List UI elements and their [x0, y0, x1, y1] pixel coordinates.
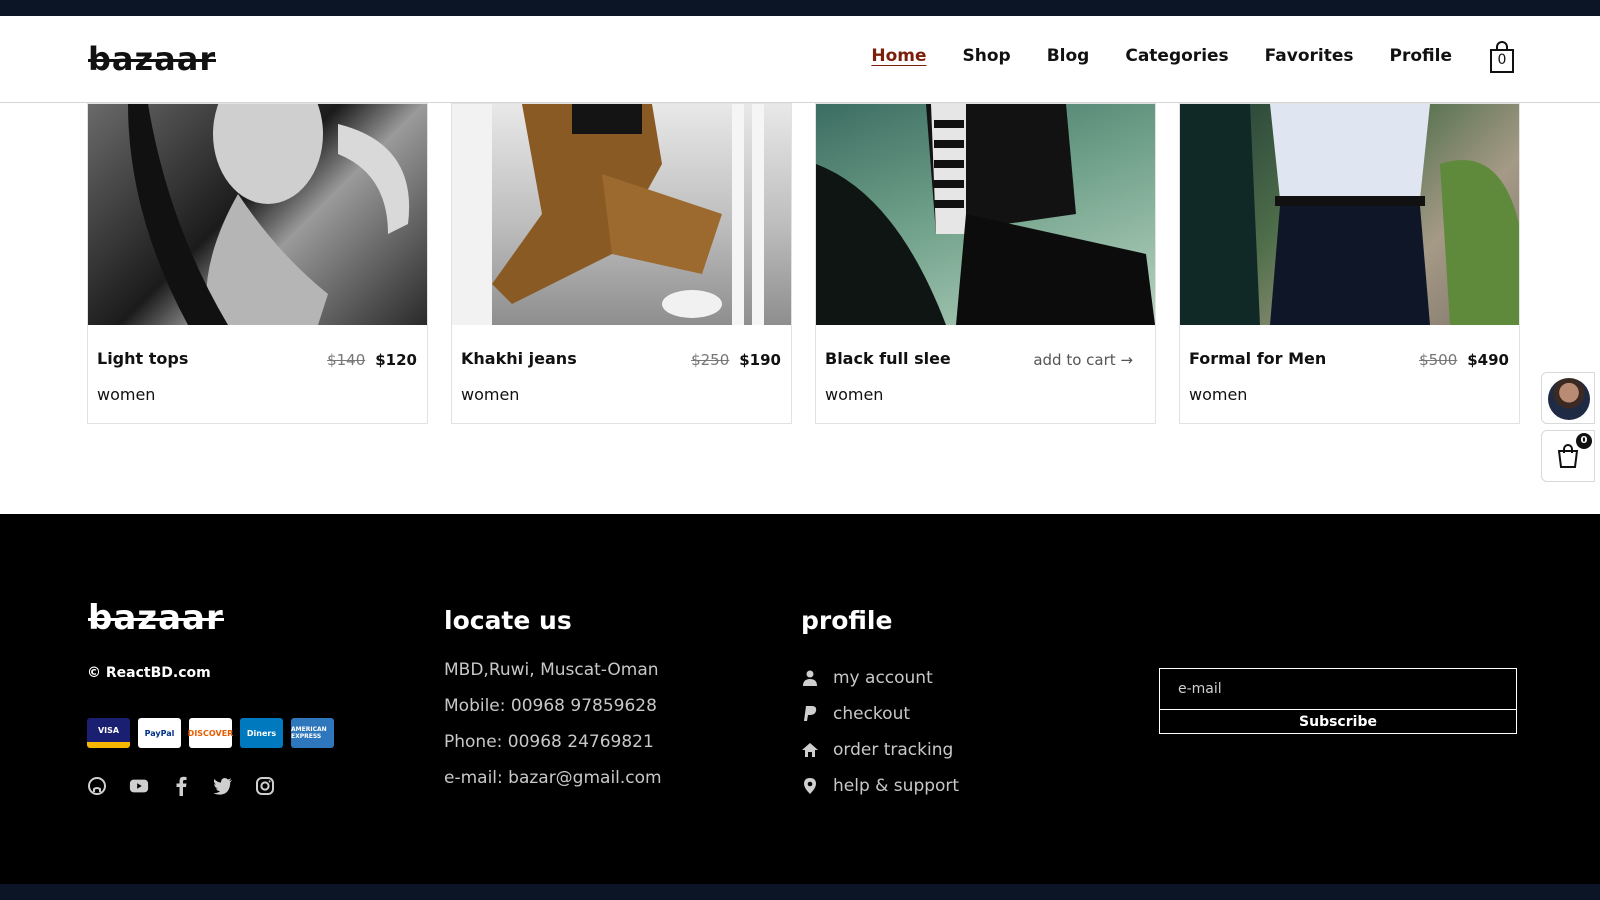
nav-favorites[interactable]: Favorites [1265, 46, 1354, 66]
email-text: e-mail: bazar@gmail.com [444, 768, 662, 788]
product-prices: $500 $490 [1419, 351, 1509, 369]
locate-us-heading: locate us [444, 606, 572, 635]
payment-methods: VISA PayPal DISCOVER Diners AMERICAN EXP… [87, 718, 334, 748]
nav-home[interactable]: Home [871, 46, 926, 66]
old-price: $500 [1419, 351, 1458, 369]
nav-shop[interactable]: Shop [963, 46, 1011, 66]
footer-logo-strike [88, 618, 224, 621]
product-photo-placeholder [128, 104, 410, 325]
locate-us-list: MBD,Ruwi, Muscat-Oman Mobile: 00968 9785… [444, 660, 662, 804]
amex-icon: AMERICAN EXPRESS [291, 718, 334, 748]
product-image[interactable] [452, 104, 791, 325]
product-prices: $140 $120 [327, 351, 417, 369]
logo-strike [88, 59, 217, 62]
footer-link-checkout[interactable]: checkout [801, 696, 959, 732]
email-field[interactable] [1159, 668, 1517, 710]
site-footer: bazaar © ReactBD.com VISA PayPal DISCOVE… [0, 514, 1600, 884]
footer-link-label: order tracking [833, 740, 954, 760]
site-logo[interactable]: bazaar [88, 40, 217, 78]
product-name[interactable]: Khakhi jeans [461, 349, 577, 368]
product-image[interactable] [88, 104, 427, 325]
home-icon [802, 743, 818, 757]
nav-profile[interactable]: Profile [1390, 46, 1452, 66]
floating-tools: 0 [1541, 372, 1595, 488]
newsletter-form: Subscribe [1159, 668, 1517, 734]
product-photo-placeholder [816, 104, 1155, 325]
old-price: $250 [691, 351, 730, 369]
old-price: $140 [327, 351, 366, 369]
main-nav: Home Shop Blog Categories Favorites Prof… [871, 46, 1452, 66]
footer-link-my-account[interactable]: my account [801, 660, 959, 696]
paypal-icon [804, 706, 817, 721]
product-category: women [1189, 385, 1248, 404]
product-name[interactable]: Black full slee [825, 349, 951, 368]
paypal-icon: PayPal [138, 718, 181, 748]
nav-blog[interactable]: Blog [1047, 46, 1090, 66]
footer-logo[interactable]: bazaar [88, 598, 224, 638]
floating-cart-count: 0 [1576, 433, 1592, 449]
product-image[interactable] [816, 104, 1155, 325]
youtube-icon[interactable] [129, 776, 149, 796]
product-category: women [461, 385, 520, 404]
product-name[interactable]: Light tops [97, 349, 188, 368]
footer-link-help-support[interactable]: help & support [801, 768, 959, 804]
current-price: $120 [375, 351, 417, 369]
footer-link-label: checkout [833, 704, 911, 724]
add-to-cart-link[interactable]: add to cart → [1033, 351, 1133, 369]
discover-icon: DISCOVER [188, 718, 233, 748]
nav-categories[interactable]: Categories [1125, 46, 1228, 66]
product-image[interactable] [1180, 104, 1519, 325]
subscribe-button[interactable]: Subscribe [1159, 710, 1517, 734]
location-pin-icon [804, 778, 816, 794]
product-prices: $250 $190 [691, 351, 781, 369]
header-cart-count: 0 [1497, 52, 1507, 68]
bottom-strip [0, 884, 1600, 900]
floating-cart-button[interactable]: 0 [1541, 430, 1595, 482]
product-card[interactable]: Formal for Men $500 $490 women [1179, 103, 1520, 424]
cart-icon [1557, 444, 1579, 468]
product-category: women [825, 385, 884, 404]
current-price: $190 [739, 351, 781, 369]
product-card[interactable]: Black full slee add to cart → women [815, 103, 1156, 424]
product-card[interactable]: Khakhi jeans $250 $190 women [451, 103, 792, 424]
person-icon [803, 670, 817, 686]
product-card[interactable]: Light tops $140 $120 women [87, 103, 428, 424]
mobile-text: Mobile: 00968 97859628 [444, 696, 657, 716]
footer-link-order-tracking[interactable]: order tracking [801, 732, 959, 768]
floating-profile-button[interactable] [1541, 372, 1595, 424]
footer-link-label: help & support [833, 776, 960, 796]
facebook-icon[interactable] [171, 776, 191, 796]
github-icon[interactable] [87, 776, 107, 796]
product-name[interactable]: Formal for Men [1189, 349, 1326, 368]
instagram-icon[interactable] [255, 776, 275, 796]
social-links [87, 776, 275, 796]
profile-links: my account checkout order tracking help … [801, 660, 959, 804]
product-grid: Light tops $140 $120 women Khakhi jeans [87, 103, 1520, 424]
footer-link-label: my account [833, 668, 933, 688]
product-photo-placeholder [1180, 104, 1519, 325]
visa-icon: VISA [87, 718, 130, 748]
twitter-icon[interactable] [213, 776, 233, 796]
address-text: MBD,Ruwi, Muscat-Oman [444, 660, 659, 680]
site-header: bazaar Home Shop Blog Categories Favorit… [0, 16, 1600, 103]
current-price: $490 [1467, 351, 1509, 369]
top-strip [0, 0, 1600, 16]
product-category: women [97, 385, 156, 404]
phone-text: Phone: 00968 24769821 [444, 732, 654, 752]
copyright: © ReactBD.com [87, 665, 211, 681]
avatar [1548, 378, 1590, 420]
diners-club-icon: Diners [240, 718, 283, 748]
header-cart-button[interactable]: 0 [1488, 40, 1516, 74]
product-photo-placeholder [452, 104, 764, 325]
profile-heading: profile [801, 606, 893, 635]
